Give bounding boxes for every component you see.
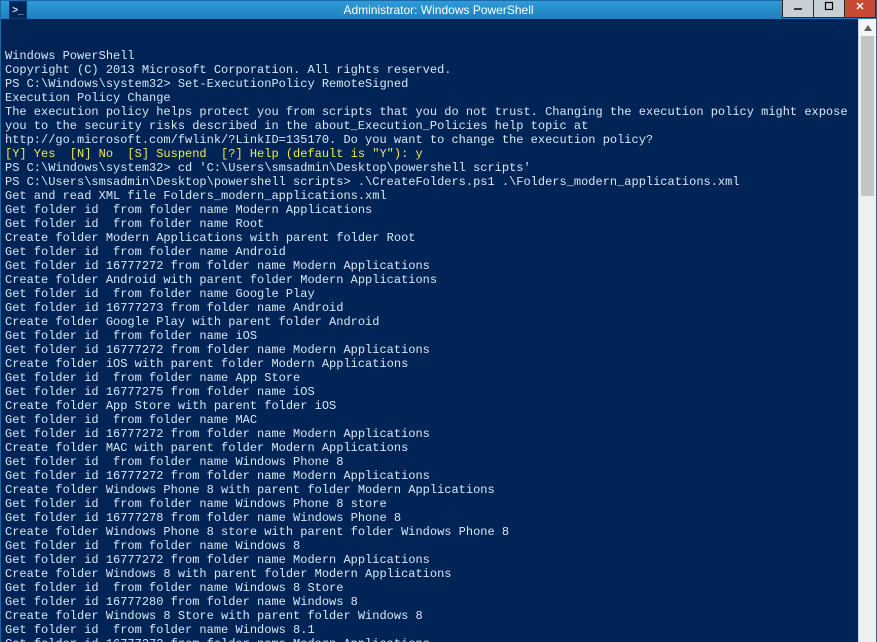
scroll-up-button[interactable] [859,19,876,36]
console-line: Get folder id from folder name App Store [5,371,854,385]
console-line: Get folder id 16777278 from folder name … [5,511,854,525]
console-line: Create folder App Store with parent fold… [5,399,854,413]
console-line: Create folder MAC with parent folder Mod… [5,441,854,455]
console-line: Execution Policy Change [5,91,854,105]
console-line: Get folder id 16777272 from folder name … [5,469,854,483]
console-line: Get folder id from folder name Windows 8 [5,539,854,553]
chevron-up-icon [864,25,872,31]
console-line: Create folder Modern Applications with p… [5,231,854,245]
console-line: Get folder id from folder name MAC [5,413,854,427]
console-line: Get folder id 16777272 from folder name … [5,343,854,357]
console-line: [Y] Yes [N] No [S] Suspend [?] Help (def… [5,147,854,161]
scrollbar-track[interactable] [859,36,876,642]
close-button[interactable] [844,0,876,18]
console-line: you to the security risks described in t… [5,119,854,133]
console-line: Get folder id 16777280 from folder name … [5,595,854,609]
console-line: Create folder Windows Phone 8 store with… [5,525,854,539]
console-line: Create folder Android with parent folder… [5,273,854,287]
close-icon [855,1,865,11]
scrollbar-thumb[interactable] [861,36,874,196]
console-line: Windows PowerShell [5,49,854,63]
console-line: Get folder id from folder name Windows 8… [5,581,854,595]
window-title: Administrator: Windows PowerShell [1,3,876,17]
console-line: Get folder id from folder name Windows P… [5,497,854,511]
console-line: Get folder id 16777273 from folder name … [5,301,854,315]
console-line: Create folder iOS with parent folder Mod… [5,357,854,371]
console-line: Create folder Windows 8 Store with paren… [5,609,854,623]
client-area: Windows PowerShellCopyright (C) 2013 Mic… [1,19,876,642]
console-line: Get folder id from folder name Modern Ap… [5,203,854,217]
console-line: Create folder Windows 8 with parent fold… [5,567,854,581]
minimize-button[interactable] [782,0,814,18]
console-line: Get folder id 16777275 from folder name … [5,385,854,399]
minimize-icon [793,1,803,11]
vertical-scrollbar[interactable] [858,19,876,642]
powershell-window: >_ Administrator: Windows PowerShell Win… [0,0,877,642]
console-line: PS C:\Windows\system32> Set-ExecutionPol… [5,77,854,91]
window-controls [783,0,876,17]
console-line: Copyright (C) 2013 Microsoft Corporation… [5,63,854,77]
console-line: PS C:\Windows\system32> cd 'C:\Users\sms… [5,161,854,175]
console-line: Get folder id from folder name Google Pl… [5,287,854,301]
console-line: Get and read XML file Folders_modern_app… [5,189,854,203]
console-line: The execution policy helps protect you f… [5,105,854,119]
console-line: Get folder id from folder name Android [5,245,854,259]
console-line: Get folder id 16777272 from folder name … [5,427,854,441]
console-line: Get folder id from folder name iOS [5,329,854,343]
titlebar[interactable]: >_ Administrator: Windows PowerShell [1,1,876,19]
console-line: Get folder id from folder name Root [5,217,854,231]
console-line: Get folder id from folder name Windows P… [5,455,854,469]
powershell-icon: >_ [9,1,27,19]
maximize-button[interactable] [813,0,845,18]
console-line: Create folder Windows Phone 8 with paren… [5,483,854,497]
console-line: Get folder id 16777272 from folder name … [5,637,854,642]
console-line: Get folder id 16777272 from folder name … [5,259,854,273]
maximize-icon [824,1,834,11]
console-line: Get folder id from folder name Windows 8… [5,623,854,637]
console-line: PS C:\Users\smsadmin\Desktop\powershell … [5,175,854,189]
console-line: http://go.microsoft.com/fwlink/?LinkID=1… [5,133,854,147]
console-line: Get folder id 16777272 from folder name … [5,553,854,567]
console-line: Create folder Google Play with parent fo… [5,315,854,329]
console-output[interactable]: Windows PowerShellCopyright (C) 2013 Mic… [1,19,858,642]
